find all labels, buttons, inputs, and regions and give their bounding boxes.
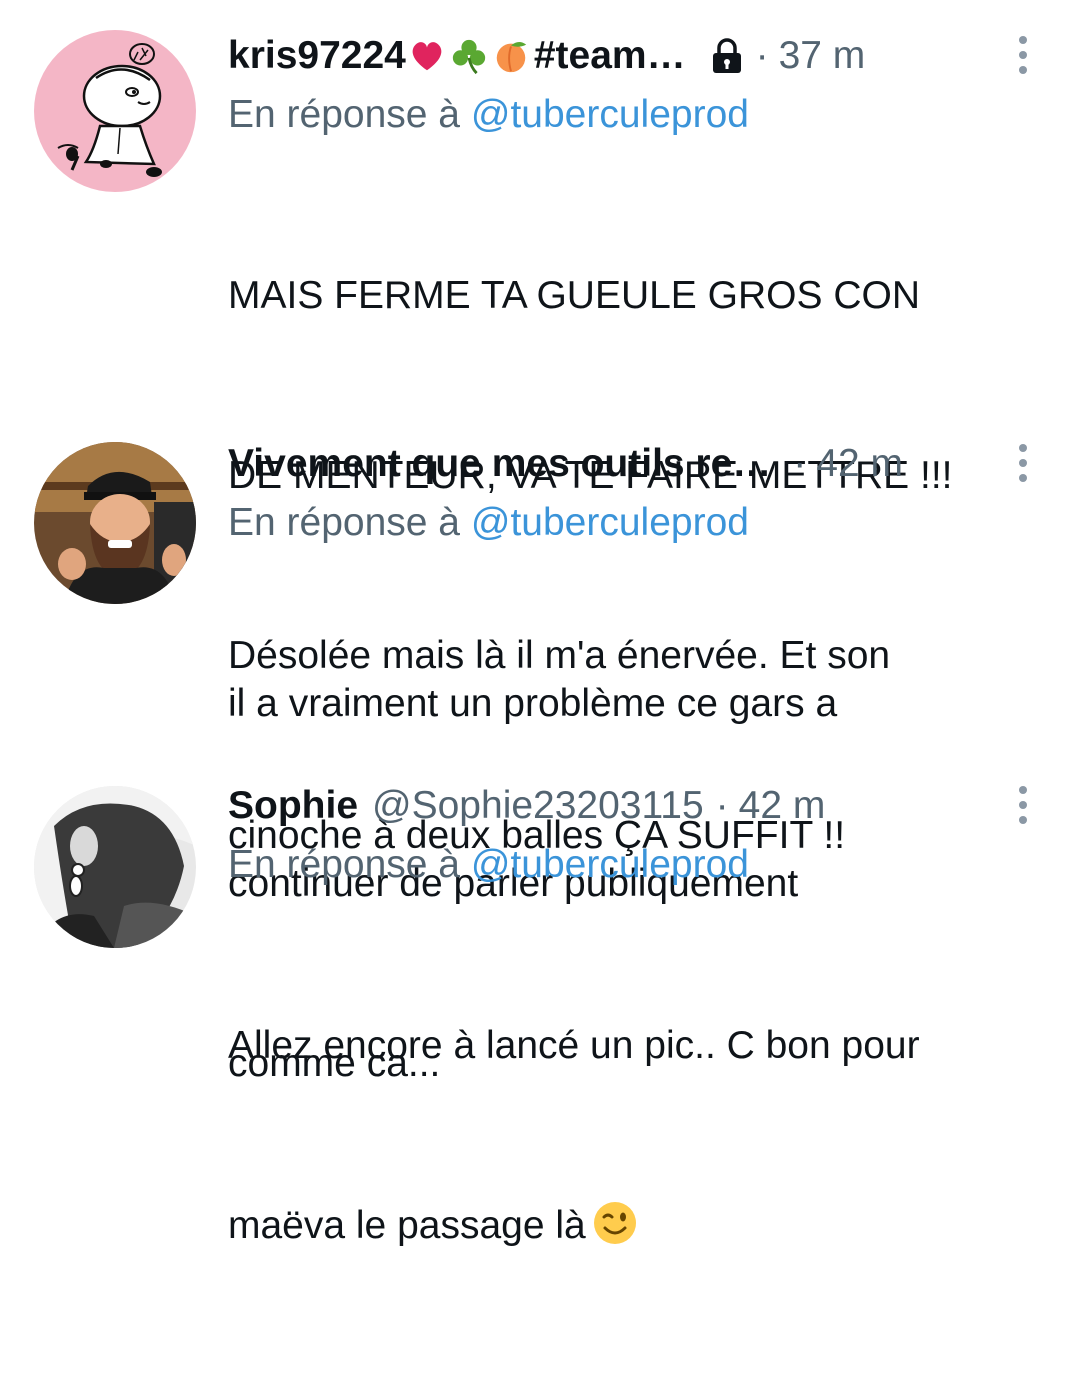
- shamrock-emoji: [452, 39, 485, 75]
- reply-mention-link[interactable]: @tuberculeprod: [471, 93, 749, 136]
- separator: ·: [755, 34, 769, 77]
- avatar[interactable]: [34, 786, 196, 948]
- cartoon-girl-avatar: [34, 30, 196, 192]
- winking-face-emoji: [593, 1202, 636, 1244]
- avatar[interactable]: [34, 442, 196, 604]
- display-name[interactable]: Vivement que mes outils re…: [228, 442, 771, 486]
- reply-context: En réponse à @tuberculeprod: [228, 492, 1028, 554]
- display-name[interactable]: kris97224: [228, 34, 406, 78]
- reply-mention-link[interactable]: @tuberculeprod: [471, 843, 749, 886]
- reply-prefix: En réponse à: [228, 501, 461, 544]
- tweet-text-line-with-emoji: maëva le passage là: [228, 1196, 1028, 1256]
- timestamp[interactable]: 42 m: [739, 784, 826, 828]
- tweet-text-line: Allez encore à lancé un pic.. C bon pour: [228, 1024, 920, 1067]
- timestamp[interactable]: 37 m: [779, 34, 866, 78]
- separator: ·: [715, 784, 729, 827]
- user-handle[interactable]: @Sophie23203115: [372, 784, 704, 828]
- lock-icon: [712, 38, 741, 73]
- reply-context: En réponse à @tuberculeprod: [228, 834, 1028, 896]
- more-options-icon[interactable]: [1016, 34, 1030, 76]
- tweet-text-line: MAIS FERME TA GUEULE GROS CON: [228, 274, 921, 317]
- reply-mention-link[interactable]: @tuberculeprod: [471, 501, 749, 544]
- woman-profile-avatar: [34, 786, 196, 948]
- tweet-header: kris97224 #team… · 37 m: [228, 28, 1028, 84]
- tweet-text-line: il a vraiment un problème ce gars a: [228, 682, 838, 725]
- tweet-text-line: maëva le passage là: [228, 1204, 586, 1247]
- display-name-suffix[interactable]: #team…: [534, 34, 686, 78]
- tweet-text: Allez encore à lancé un pic.. C bon pour…: [228, 896, 1028, 1376]
- bearded-man-avatar: [34, 442, 196, 604]
- more-options-icon[interactable]: [1016, 442, 1030, 484]
- avatar[interactable]: [34, 30, 196, 192]
- tweet-header: Sophie @Sophie23203115 · 42 m: [228, 778, 1028, 834]
- display-name[interactable]: Sophie: [228, 784, 358, 828]
- timestamp[interactable]: 42 m: [816, 442, 903, 486]
- more-options-icon[interactable]: [1016, 784, 1030, 826]
- peach-emoji: [496, 41, 527, 73]
- reply-context: En réponse à @tuberculeprod: [228, 84, 1028, 146]
- reply-prefix: En réponse à: [228, 93, 461, 136]
- separator: ·: [793, 442, 807, 485]
- reply-prefix: En réponse à: [228, 843, 461, 886]
- tweet-header: Vivement que mes outils re… · 42 m: [228, 436, 1028, 492]
- heart-emoji: [412, 42, 442, 71]
